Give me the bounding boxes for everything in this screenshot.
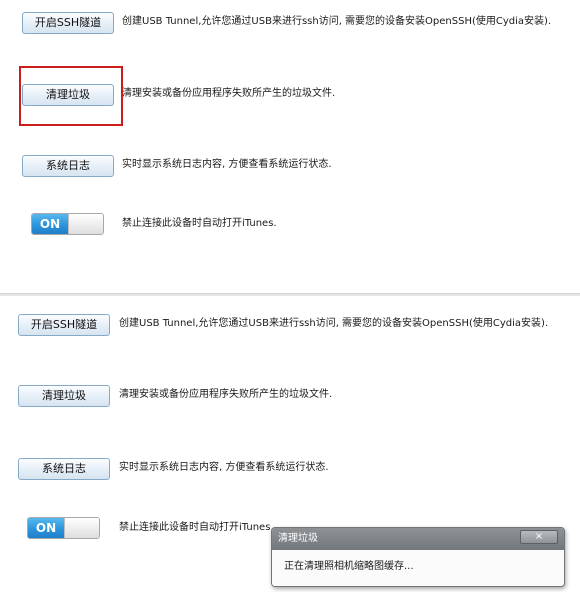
system-log-description: 实时显示系统日志内容, 方便查看系统运行状态.: [122, 159, 332, 170]
auto-itunes-toggle[interactable]: ON: [27, 517, 100, 539]
ssh-tunnel-button[interactable]: 开启SSH隧道: [22, 12, 114, 34]
toggle-knob: [64, 518, 99, 538]
close-icon[interactable]: ×: [520, 530, 558, 544]
system-log-button[interactable]: 系统日志: [18, 458, 110, 480]
auto-itunes-description: 禁止连接此设备时自动打开iTunes.: [119, 522, 274, 533]
dialog-body: 正在清理照相机缩略图缓存...: [272, 550, 564, 586]
dialog-titlebar: 清理垃圾 ×: [272, 528, 564, 550]
ssh-tunnel-description: 创建USB Tunnel,允许您通过USB来进行ssh访问, 需要您的设备安装O…: [122, 16, 552, 27]
clean-junk-description: 清理安装或备份应用程序失败所产生的垃圾文件.: [122, 88, 336, 99]
system-log-description: 实时显示系统日志内容, 方便查看系统运行状态.: [119, 462, 329, 473]
dialog-message: 正在清理照相机缩略图缓存...: [284, 561, 414, 572]
clean-junk-dialog: 清理垃圾 × 正在清理照相机缩略图缓存...: [271, 527, 565, 587]
auto-itunes-description: 禁止连接此设备时自动打开iTunes.: [122, 218, 277, 229]
clean-junk-description: 清理安装或备份应用程序失败所产生的垃圾文件.: [119, 389, 333, 400]
system-log-button[interactable]: 系统日志: [22, 155, 114, 177]
ssh-tunnel-description: 创建USB Tunnel,允许您通过USB来进行ssh访问, 需要您的设备安装O…: [119, 318, 549, 329]
toggle-on-label: ON: [28, 518, 64, 538]
auto-itunes-toggle[interactable]: ON: [31, 213, 104, 235]
clean-junk-button[interactable]: 清理垃圾: [18, 385, 110, 407]
ssh-tunnel-button[interactable]: 开启SSH隧道: [18, 314, 110, 336]
highlight-box: [19, 66, 123, 126]
dialog-title: 清理垃圾: [278, 533, 318, 544]
settings-panel-top: 开启SSH隧道 创建USB Tunnel,允许您通过USB来进行ssh访问, 需…: [0, 0, 580, 293]
toggle-on-label: ON: [32, 214, 68, 234]
toggle-knob: [68, 214, 103, 234]
